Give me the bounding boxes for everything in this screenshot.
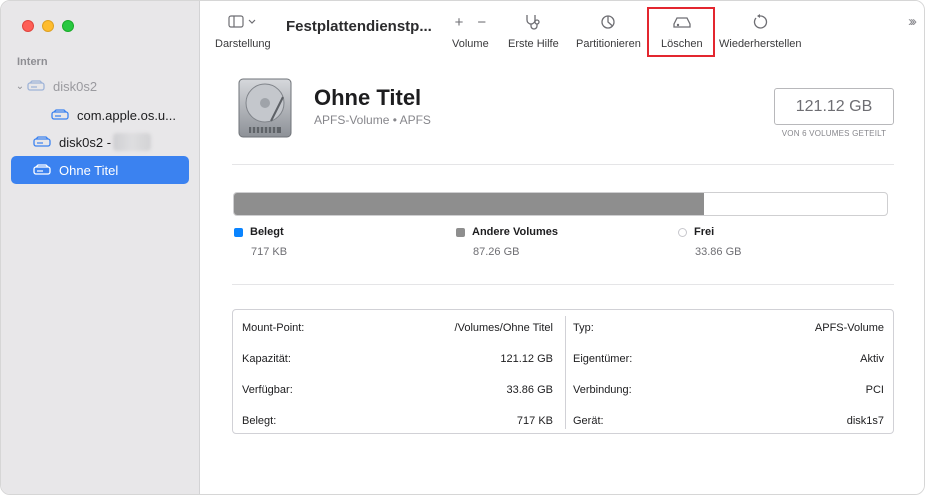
partition-button[interactable]: Partitionieren: [576, 11, 641, 50]
view-label: Darstellung: [215, 38, 271, 50]
info-row-type: Typ: APFS-Volume: [573, 312, 884, 343]
info-value: 33.86 GB: [506, 383, 553, 396]
sidebar-item-com-apple-os[interactable]: com.apple.os.u...: [11, 101, 189, 129]
volume-button[interactable]: + − Volume: [452, 11, 489, 51]
drive-icon: [33, 164, 51, 175]
legend-other-value: 87.26 GB: [473, 246, 520, 258]
disk-utility-window: Intern ⌄ disk0s2 com.apple.os.u... disk0…: [0, 0, 925, 495]
usage-bar: [233, 192, 888, 216]
info-column-divider: [565, 316, 566, 429]
usage-bar-other-volumes: [234, 193, 705, 215]
info-key: Kapazität:: [242, 352, 291, 365]
restore-button[interactable]: Wiederherstellen: [719, 11, 802, 50]
info-value: PCI: [865, 383, 884, 396]
legend-free-label: Frei: [694, 226, 715, 238]
toolbar: Darstellung Festplattendienstp... + − Vo…: [201, 1, 924, 61]
sidebar-item-label: com.apple.os.u...: [77, 107, 176, 123]
minus-icon[interactable]: −: [477, 14, 486, 31]
close-button[interactable]: [22, 20, 34, 32]
pie-chart-icon: [600, 11, 616, 33]
divider: [232, 164, 894, 165]
legend-used-label: Belegt: [250, 226, 284, 238]
sidebar-item-disk0s2[interactable]: disk0s2 -: [11, 128, 189, 156]
plus-icon[interactable]: +: [455, 14, 464, 31]
info-value: Aktiv: [860, 352, 884, 365]
volume-label: Volume: [452, 38, 489, 50]
info-value: 121.12 GB: [500, 352, 553, 365]
window-controls: [22, 20, 74, 32]
first-aid-button[interactable]: Erste Hilfe: [508, 11, 559, 50]
minimize-button[interactable]: [42, 20, 54, 32]
partition-label: Partitionieren: [576, 38, 641, 50]
chevron-down-icon[interactable]: ⌄: [13, 81, 27, 92]
redacted-blur: [113, 133, 152, 151]
hard-drive-icon: [238, 78, 292, 138]
info-value: disk1s7: [846, 414, 884, 427]
capacity-note: VON 6 VOLUMES GETEILT: [781, 129, 887, 138]
info-row-capacity: Kapazität: 121.12 GB: [242, 343, 553, 374]
sidebar-item-label: disk0s2 -: [59, 134, 112, 150]
sidebar-item-disk0s2-container[interactable]: ⌄ disk0s2: [11, 72, 189, 100]
volume-subtitle: APFS-Volume • APFS: [314, 113, 431, 127]
stethoscope-icon: [523, 11, 543, 33]
info-row-device: Gerät: disk1s7: [573, 405, 884, 436]
sidebar-section-intern: Intern: [17, 56, 48, 68]
info-row-mount-point: Mount-Point: /Volumes/Ohne Titel: [242, 312, 553, 343]
legend-used: Belegt 717 KB: [234, 226, 287, 258]
free-swatch: [678, 227, 687, 237]
main-content: Ohne Titel APFS-Volume • APFS 121.12 GB …: [201, 61, 924, 494]
zoom-button[interactable]: [62, 20, 74, 32]
info-key: Gerät:: [573, 414, 604, 427]
info-key: Mount-Point:: [242, 321, 305, 334]
sidebar-item-ohne-titel[interactable]: Ohne Titel: [11, 156, 189, 184]
info-row-connection: Verbindung: PCI: [573, 374, 884, 405]
info-value: /Volumes/Ohne Titel: [454, 321, 553, 334]
sidebar-item-label: disk0s2: [53, 78, 98, 94]
info-table: Mount-Point: /Volumes/Ohne Titel Kapazit…: [232, 309, 894, 434]
legend-free-value: 33.86 GB: [695, 246, 742, 258]
legend-used-value: 717 KB: [251, 246, 288, 258]
drive-icon: [51, 109, 69, 120]
info-value: APFS-Volume: [814, 321, 884, 334]
volume-title: Ohne Titel: [314, 85, 422, 110]
window-title: Festplattendienstp...: [286, 18, 432, 35]
info-key: Eigentümer:: [573, 352, 633, 365]
info-key: Typ:: [573, 321, 594, 334]
divider: [232, 284, 894, 285]
erase-button-highlight: [647, 7, 715, 57]
sidebar-toggle-icon: [228, 11, 258, 33]
info-key: Verbindung:: [573, 383, 632, 396]
plus-minus-icon: + −: [455, 11, 487, 33]
info-value: 717 KB: [516, 414, 553, 427]
capacity-value: 121.12 GB: [795, 97, 873, 115]
restore-label: Wiederherstellen: [719, 38, 802, 50]
legend-other-volumes: Andere Volumes 87.26 GB: [456, 226, 558, 258]
other-swatch: [456, 227, 465, 237]
chevron-double-right-icon[interactable]: ›››: [908, 13, 917, 30]
view-button[interactable]: Darstellung: [215, 11, 271, 50]
info-row-owners: Eigentümer: Aktiv: [573, 343, 884, 374]
restore-arrow-icon: [752, 11, 768, 33]
info-row-available: Verfügbar: 33.86 GB: [242, 374, 553, 405]
info-key: Belegt:: [242, 414, 277, 427]
info-row-used: Belegt: 717 KB: [242, 405, 553, 436]
legend-free: Frei 33.86 GB: [678, 226, 741, 258]
sidebar: Intern ⌄ disk0s2 com.apple.os.u... disk0…: [1, 1, 200, 494]
drive-icon: [27, 80, 45, 91]
legend-other-label: Andere Volumes: [472, 226, 558, 238]
info-key: Verfügbar:: [242, 383, 293, 396]
capacity-box: 121.12 GB: [774, 88, 894, 125]
first-aid-label: Erste Hilfe: [508, 38, 559, 50]
drive-icon: [33, 136, 51, 147]
sidebar-item-label: Ohne Titel: [59, 162, 119, 178]
used-swatch: [234, 227, 243, 237]
